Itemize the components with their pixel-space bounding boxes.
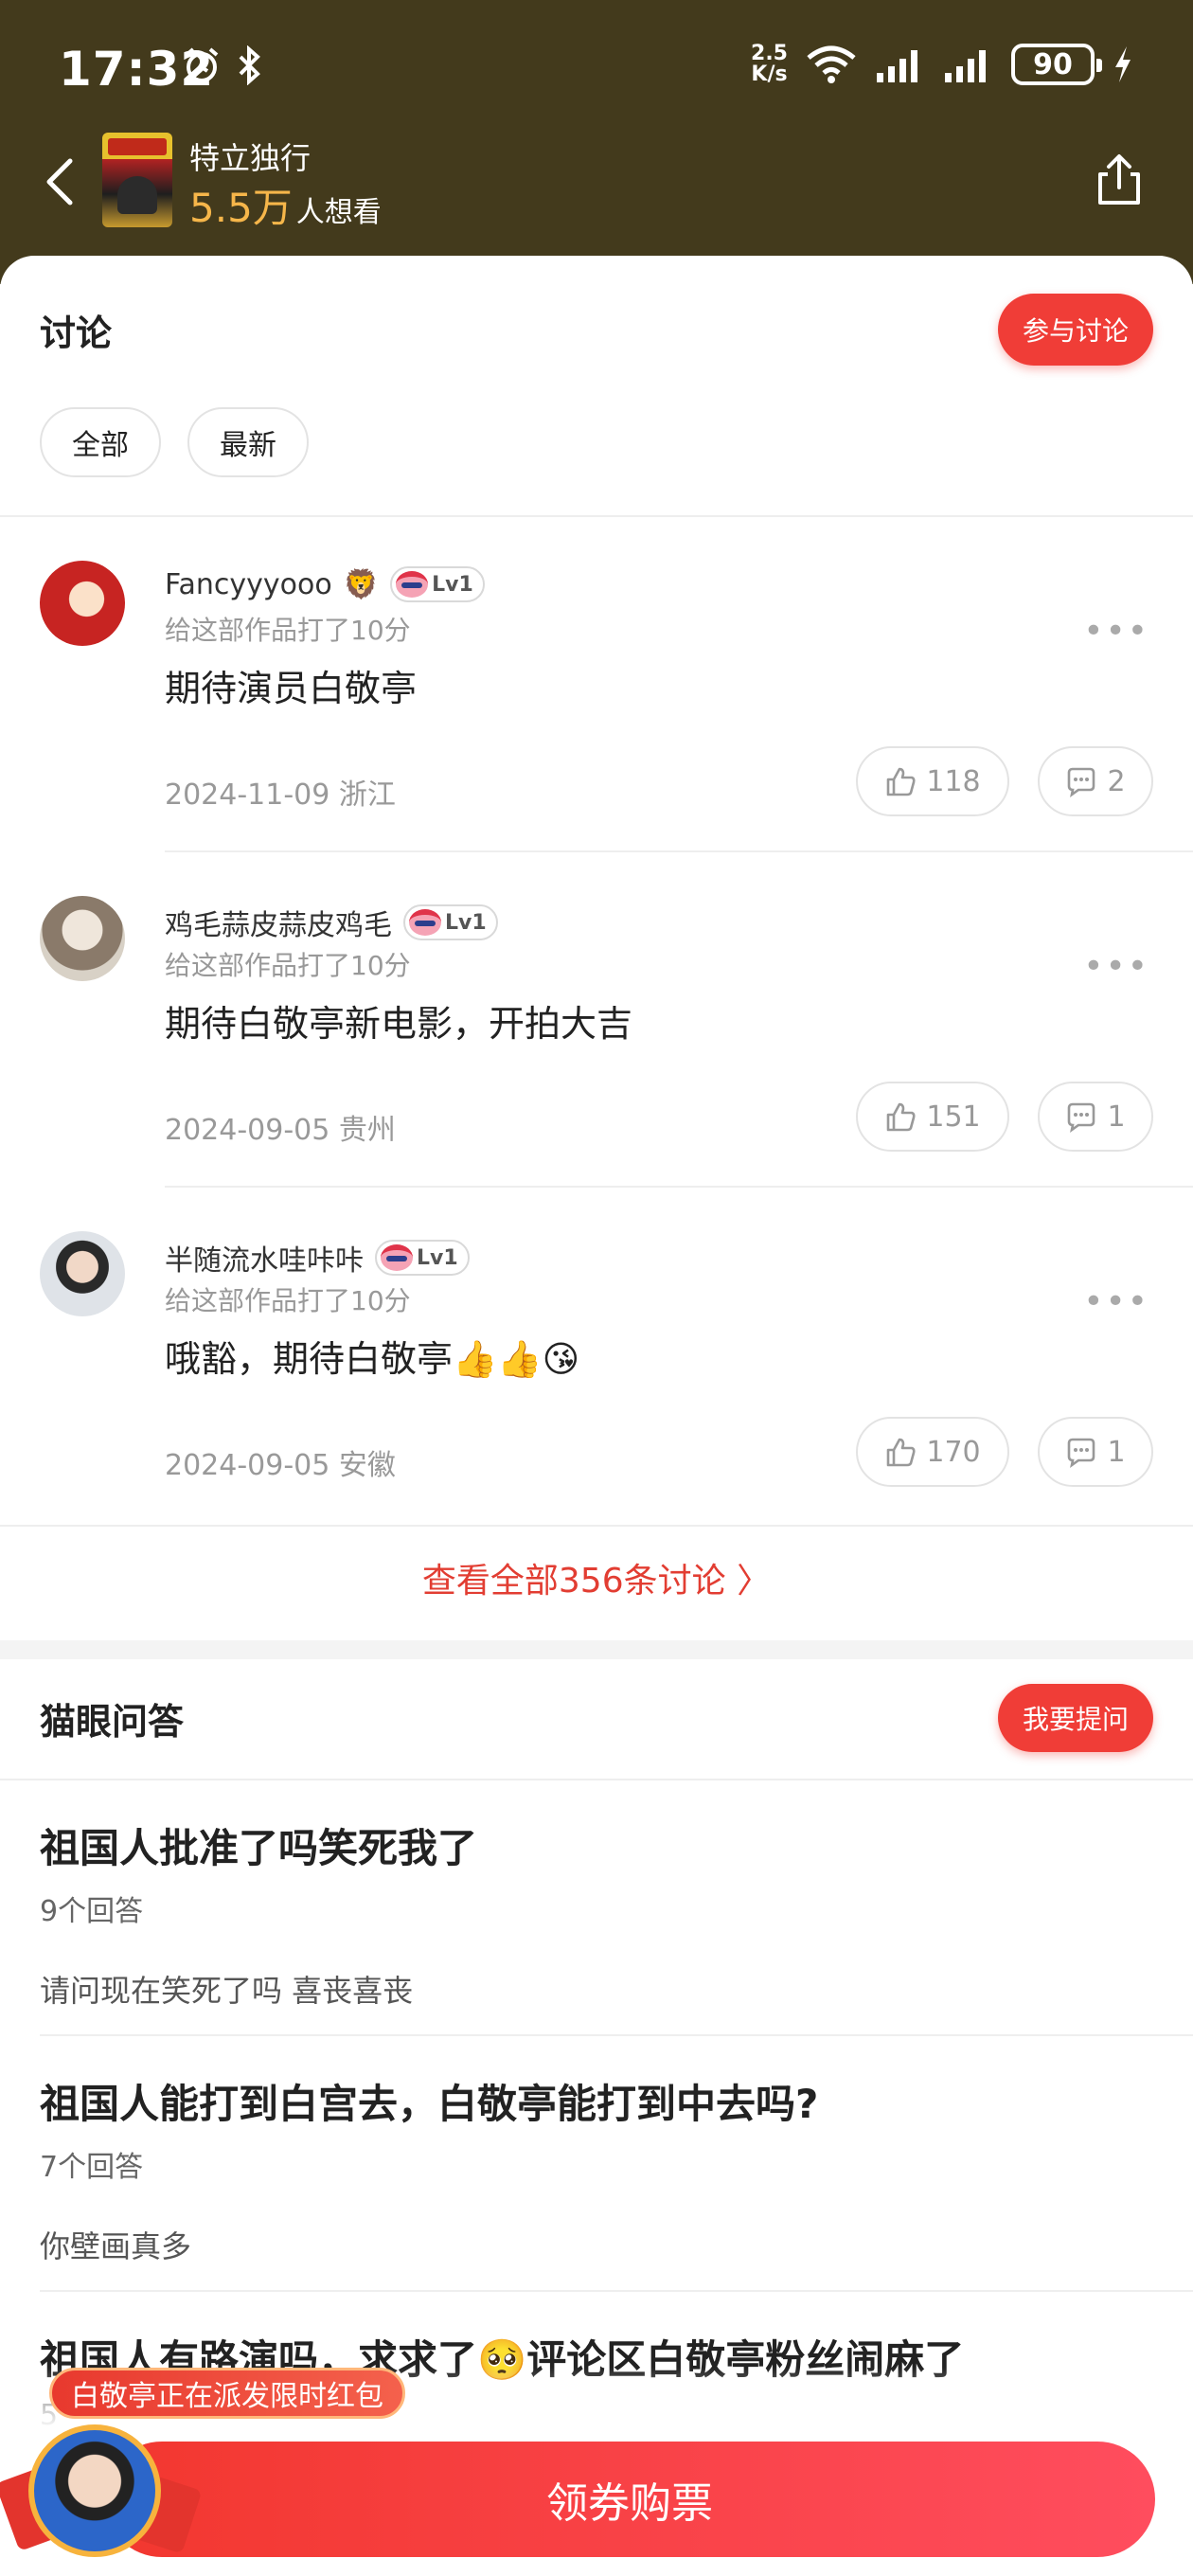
reply-button[interactable]: 2	[1038, 746, 1153, 816]
comment-date-location: 2024-11-09 浙江	[165, 778, 396, 812]
share-icon[interactable]	[1091, 152, 1148, 208]
level-badge: Lv1	[403, 904, 498, 940]
filter-all[interactable]: 全部	[40, 407, 161, 477]
comment-item[interactable]: Fancyyyooo 🦁 Lv1 给这部作品打了10分 ••• 期待演员白敬亭 …	[0, 517, 1193, 849]
score-text: 给这部作品打了10分	[165, 950, 411, 981]
divider	[40, 2034, 1193, 2036]
movie-title[interactable]: 特立独行	[189, 134, 311, 178]
comment-date-location: 2024-09-05 贵州	[165, 1114, 396, 1147]
net-speed: 2.5 K/s	[751, 42, 788, 86]
qa-item[interactable]: 祖国人能打到白宫去，白敬亭能打到中去吗? 7个回答 你壁画真多	[40, 2072, 1153, 2266]
comment-bubble-icon	[1068, 1438, 1095, 1468]
comment-bubble-icon	[1068, 1102, 1095, 1133]
comment-item[interactable]: 半随流水哇咔咔 Lv1 给这部作品打了10分 ••• 哦豁，期待白敬亭👍👍😘 2…	[0, 1188, 1193, 1519]
score-text: 给这部作品打了10分	[165, 615, 411, 646]
level-mascot-icon	[396, 571, 429, 598]
content-card: 讨论 参与讨论 全部 最新 Fancyyyooo 🦁 Lv1 给这部作品打了10…	[0, 256, 1193, 2576]
comment-text: 期待演员白敬亭	[165, 668, 418, 709]
reply-button[interactable]: 1	[1038, 1082, 1153, 1152]
more-icon[interactable]: •••	[1083, 947, 1149, 986]
signal-icon	[877, 50, 917, 82]
divider	[0, 1525, 1193, 1527]
want-number: 5.5万	[189, 185, 293, 231]
bluetooth-icon	[239, 45, 260, 85]
qa-answer-count: 9个回答	[40, 1895, 144, 1928]
level-badge: Lv1	[375, 1240, 470, 1276]
charging-icon	[1115, 46, 1131, 82]
avatar[interactable]	[40, 561, 125, 646]
reply-button[interactable]: 1	[1038, 1417, 1153, 1487]
ask-question-button[interactable]: 我要提问	[997, 1684, 1153, 1752]
username[interactable]: 半随流水哇咔咔	[165, 1237, 364, 1279]
wifi-icon	[807, 45, 856, 83]
qa-question: 祖国人批准了吗笑死我了	[40, 1825, 478, 1871]
qa-header: 猫眼问答 我要提问	[40, 1684, 1153, 1752]
movie-poster[interactable]	[102, 133, 172, 227]
thumb-up-icon	[887, 1438, 916, 1467]
divider	[40, 2290, 1193, 2292]
alarm-icon	[185, 47, 219, 82]
divider	[0, 1779, 1193, 1780]
discussion-title: 讨论	[40, 312, 113, 354]
section-divider	[0, 1640, 1193, 1659]
status-bar: 17:32 2.5 K/s 90	[0, 0, 1193, 133]
discussion-filters: 全部 最新	[40, 407, 309, 477]
avatar[interactable]	[40, 1231, 125, 1316]
signal-icon	[945, 50, 986, 82]
more-icon[interactable]: •••	[1083, 1282, 1149, 1321]
avatar[interactable]	[40, 896, 125, 981]
promo-avatar[interactable]	[28, 2424, 161, 2557]
red-packet-promo[interactable]: 白敬亭正在派发限时红包	[49, 2368, 405, 2419]
view-all-discussions-link[interactable]: 查看全部356条讨论 〉	[0, 1553, 1193, 1602]
username[interactable]: Fancyyyooo	[165, 568, 332, 601]
level-badge: Lv1	[390, 566, 485, 602]
want-count: 5.5万 人想看	[189, 176, 382, 234]
back-icon[interactable]	[34, 153, 91, 210]
qa-answer: 请问现在笑死了吗 喜丧喜丧	[40, 1973, 414, 2009]
buy-ticket-button[interactable]: 领券购票	[104, 2442, 1155, 2557]
level-mascot-icon	[409, 909, 441, 936]
like-button[interactable]: 118	[856, 746, 1009, 816]
comment-text: 期待白敬亭新电影，开拍大吉	[165, 1003, 633, 1045]
qa-answer-count: 7个回答	[40, 2151, 144, 2184]
discussion-header: 讨论 参与讨论	[40, 294, 1153, 366]
want-label: 人想看	[295, 196, 382, 229]
thumb-up-icon	[887, 1102, 916, 1132]
more-icon[interactable]: •••	[1083, 612, 1149, 651]
like-button[interactable]: 151	[856, 1082, 1009, 1152]
join-discussion-button[interactable]: 参与讨论	[997, 294, 1153, 366]
filter-latest[interactable]: 最新	[187, 407, 309, 477]
qa-answer: 你壁画真多	[40, 2228, 192, 2264]
comment-item[interactable]: 鸡毛蒜皮蒜皮鸡毛 Lv1 给这部作品打了10分 ••• 期待白敬亭新电影，开拍大…	[0, 852, 1193, 1184]
level-mascot-icon	[381, 1244, 413, 1271]
comment-text: 哦豁，期待白敬亭👍👍😘	[165, 1338, 580, 1380]
battery-indicator: 90	[1011, 44, 1102, 85]
score-text: 给这部作品打了10分	[165, 1285, 411, 1316]
qa-title: 猫眼问答	[40, 1700, 185, 1743]
comment-bubble-icon	[1068, 767, 1095, 797]
qa-item[interactable]: 祖国人批准了吗笑死我了 9个回答 请问现在笑死了吗 喜丧喜丧	[40, 1816, 1153, 2011]
top-header: 17:32 2.5 K/s 90 特立独行 5.5万 人想看	[0, 0, 1193, 284]
nav-bar: 特立独行 5.5万 人想看	[0, 133, 1193, 265]
like-button[interactable]: 170	[856, 1417, 1009, 1487]
comment-date-location: 2024-09-05 安徽	[165, 1449, 396, 1482]
thumb-up-icon	[887, 767, 916, 796]
username[interactable]: 鸡毛蒜皮蒜皮鸡毛	[165, 902, 392, 943]
user-emoji: 🦁	[343, 567, 380, 601]
qa-question: 祖国人能打到白宫去，白敬亭能打到中去吗?	[40, 2081, 819, 2127]
